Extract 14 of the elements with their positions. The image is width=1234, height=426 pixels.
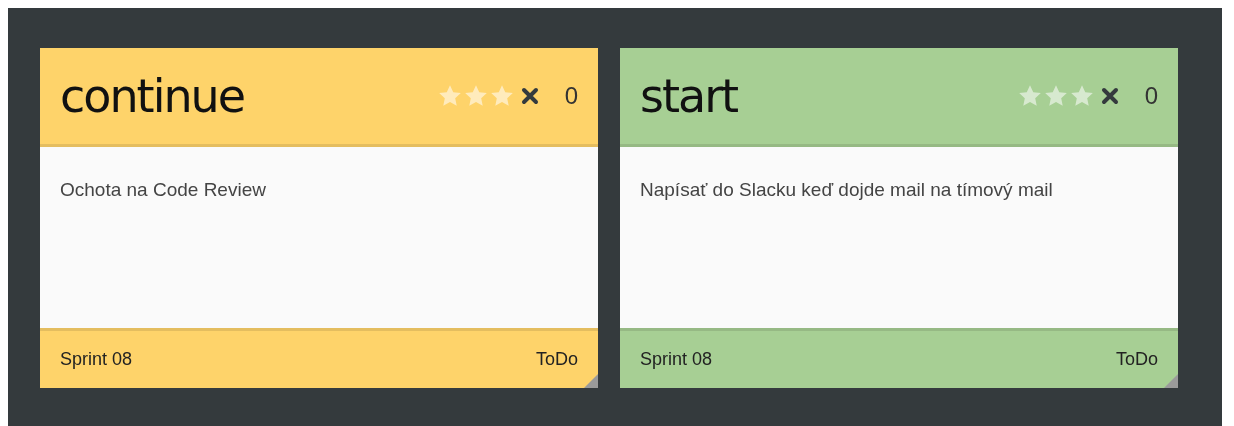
status-label: ToDo	[535, 348, 578, 371]
close-icon[interactable]	[1100, 87, 1119, 105]
card-text: Ochota na Code Review	[60, 178, 267, 202]
sprint-label: Sprint 08	[60, 348, 133, 371]
status-label: ToDo	[1115, 348, 1158, 371]
vote-count: 0	[1144, 81, 1158, 111]
card-text: Napísať do Slacku keď dojde mail na tímový mail	[640, 178, 1054, 202]
close-icon[interactable]	[520, 87, 539, 105]
vote-count: 0	[564, 81, 578, 111]
resize-handle-icon[interactable]	[1164, 374, 1178, 388]
card-title: continue	[60, 67, 245, 125]
resize-handle-icon[interactable]	[584, 374, 598, 388]
card-title: start	[640, 67, 739, 125]
sprint-label: Sprint 08	[640, 348, 713, 371]
